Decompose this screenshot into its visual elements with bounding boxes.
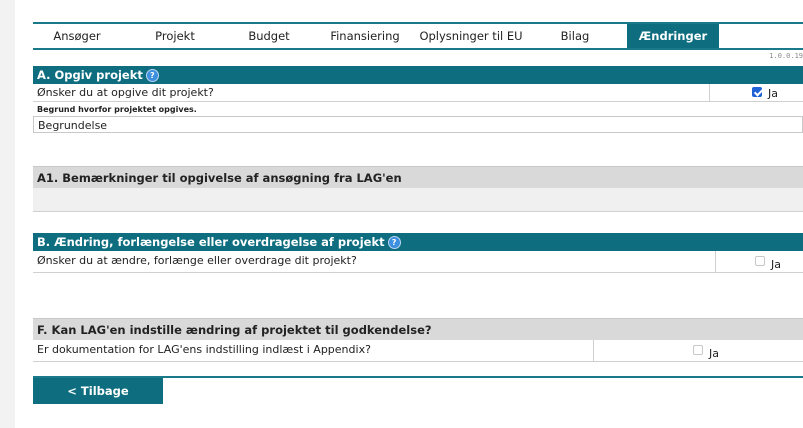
reason-label: Begrund hvorfor projektet opgives. [37,105,197,114]
question-icon[interactable]: ? [145,69,159,82]
column-divider [593,340,594,361]
section-b-question: Ønsker du at ændre, forlænge eller overd… [37,254,357,267]
version-label: 1.0.0.19 [769,52,803,60]
back-button[interactable]: < Tilbage [33,378,163,404]
section-a-question-row: Ønsker du at opgive dit projekt? Ja [33,84,803,102]
section-a1-remarks-area [33,188,803,212]
question-icon[interactable]: ? [387,236,401,249]
section-a-header: A. Opgiv projekt? [33,66,803,84]
section-a-question: Ønsker du at opgive dit projekt? [37,86,214,99]
section-a-checkbox[interactable] [752,87,762,97]
section-f-checkbox[interactable] [693,345,703,355]
tab-aendringer[interactable]: Ændringer [627,24,719,48]
section-b-question-row: Ønsker du at ændre, forlænge eller overd… [33,251,803,273]
reason-input[interactable]: Begrundelse [33,116,803,133]
section-b-checkbox[interactable] [755,256,765,266]
section-f-question: Er dokumentation for LAG'ens indstilling… [37,343,371,356]
tab-oplysninger-eu[interactable]: Oplysninger til EU [409,24,533,48]
section-b-checkbox-label: Ja [771,258,781,271]
section-f-question-row: Er dokumentation for LAG'ens indstilling… [33,340,803,362]
column-divider [715,251,716,272]
page-container: Ansøger Projekt Budget Finansiering Oply… [15,0,803,428]
tab-finansiering[interactable]: Finansiering [321,24,409,48]
section-a1-title: A1. Bemærkninger til opgivelse af ansøgn… [37,171,402,185]
section-a-title: A. Opgiv projekt [37,68,143,82]
tab-bilag[interactable]: Bilag [541,24,609,48]
section-a1-header: A1. Bemærkninger til opgivelse af ansøgn… [33,166,803,188]
section-f-header: F. Kan LAG'en indstille ændring af proje… [33,318,803,340]
column-divider [709,84,710,101]
section-b-header: B. Ændring, forlængelse eller overdragel… [33,233,803,251]
section-f-checkbox-label: Ja [709,347,719,360]
tab-projekt[interactable]: Projekt [131,24,219,48]
tab-bar: Ansøger Projekt Budget Finansiering Oply… [33,22,803,50]
section-f-title: F. Kan LAG'en indstille ændring af proje… [37,323,432,337]
section-b-title: B. Ændring, forlængelse eller overdragel… [37,235,385,249]
tab-ansoger[interactable]: Ansøger [33,24,121,48]
tab-budget[interactable]: Budget [225,24,313,48]
section-a-checkbox-label: Ja [768,87,778,100]
